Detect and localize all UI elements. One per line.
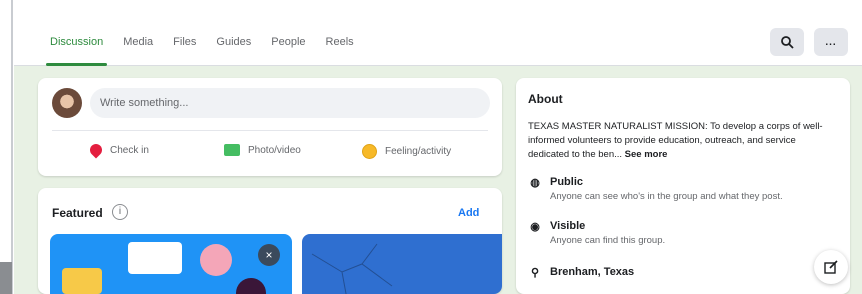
- info-icon[interactable]: i: [112, 204, 128, 220]
- tab-media[interactable]: Media: [123, 26, 153, 66]
- rail-scroll-block: [0, 262, 12, 294]
- privacy-row: ◍ Public Anyone can see who's in the gro…: [528, 176, 783, 202]
- location-label: Brenham, Texas: [550, 266, 635, 278]
- feeling-activity-button[interactable]: Feeling/activity: [362, 144, 451, 159]
- tab-reels[interactable]: Reels: [326, 26, 354, 66]
- check-in-label: Check in: [110, 144, 149, 156]
- privacy-label: Public: [550, 176, 584, 188]
- featured-item-thumbnail-map[interactable]: [302, 234, 502, 294]
- about-description-text: TEXAS MASTER NATURALIST MISSION: To deve…: [528, 121, 823, 160]
- featured-item-thumbnail[interactable]: ×: [50, 234, 292, 294]
- check-in-button[interactable]: Check in: [87, 141, 149, 159]
- featured-title: Featured: [52, 206, 103, 220]
- eye-icon: ◉: [530, 221, 540, 233]
- new-message-button[interactable]: [814, 250, 848, 284]
- photo-icon: [224, 144, 240, 156]
- search-button[interactable]: [770, 28, 804, 56]
- thumbnail-graphic: [128, 242, 182, 274]
- add-featured-link[interactable]: Add: [458, 207, 479, 219]
- about-description: TEXAS MASTER NATURALIST MISSION: To deve…: [528, 120, 838, 162]
- group-tab-bar: Discussion Media Files Guides People Ree…: [14, 0, 862, 66]
- thumbnail-graphic: [200, 244, 232, 276]
- tab-list: Discussion Media Files Guides People Ree…: [45, 26, 374, 66]
- visibility-row: ◉ Visible Anyone can find this group.: [528, 220, 665, 246]
- write-something-input[interactable]: Write something...: [90, 88, 490, 118]
- tab-guides[interactable]: Guides: [216, 26, 251, 66]
- feeling-activity-label: Feeling/activity: [385, 146, 452, 157]
- photo-video-button[interactable]: Photo/video: [224, 144, 301, 156]
- close-icon[interactable]: ×: [258, 244, 280, 266]
- visibility-label: Visible: [550, 220, 586, 232]
- tab-people[interactable]: People: [271, 26, 305, 66]
- left-rail: [0, 0, 14, 294]
- privacy-description: Anyone can see who's in the group and wh…: [550, 191, 783, 202]
- search-icon: [781, 36, 794, 49]
- rail-divider: [11, 0, 13, 294]
- composer-divider: [52, 130, 488, 131]
- featured-section: Featured i Add ×: [38, 188, 502, 294]
- smiley-icon: [362, 144, 377, 159]
- more-options-button[interactable]: ...: [814, 28, 848, 56]
- visibility-description: Anyone can find this group.: [550, 235, 666, 246]
- about-panel: About TEXAS MASTER NATURALIST MISSION: T…: [516, 78, 850, 294]
- thumbnail-graphic: [236, 278, 266, 294]
- photo-video-label: Photo/video: [248, 144, 301, 156]
- location-row: ⚲ Brenham, Texas: [528, 266, 634, 279]
- map-graphic: [311, 243, 393, 294]
- location-pin-icon: [87, 141, 105, 159]
- tab-files[interactable]: Files: [173, 26, 196, 66]
- about-title: About: [528, 92, 563, 106]
- avatar[interactable]: [52, 88, 82, 118]
- post-composer: Write something... Check in Photo/video …: [38, 78, 502, 176]
- see-more-link[interactable]: See more: [625, 149, 668, 160]
- tab-discussion[interactable]: Discussion: [45, 26, 108, 66]
- globe-icon: ◍: [530, 177, 540, 189]
- thumbnail-graphic: [62, 268, 102, 294]
- compose-icon: [824, 260, 838, 274]
- location-icon: ⚲: [530, 267, 540, 279]
